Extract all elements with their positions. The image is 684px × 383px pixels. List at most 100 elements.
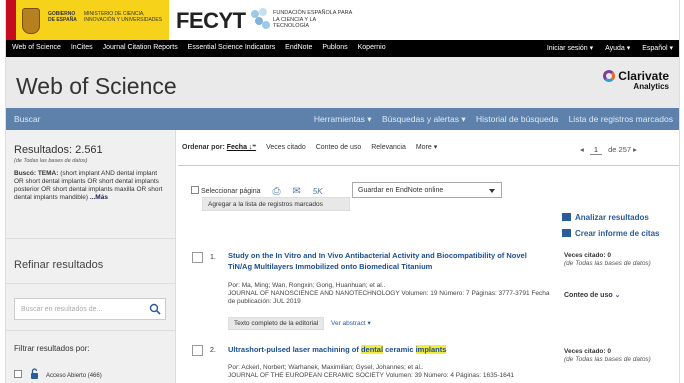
add-to-marked-button[interactable]: Agregar a la lista de registros marcados — [202, 197, 350, 211]
chevron-down-icon: ⌄ — [614, 292, 621, 299]
sort-more[interactable]: More ▾ — [416, 144, 437, 151]
refine-search-input[interactable]: Buscar en resultados de... — [14, 298, 166, 320]
print-icon[interactable]: ⎙ — [272, 186, 280, 197]
nav-jcr[interactable]: Journal Citation Reports — [103, 44, 178, 51]
clarivate-logo[interactable]: Clarivate Analytics — [603, 69, 669, 91]
times-cited-sub: (de Todas las bases de datos) — [564, 260, 651, 267]
nav-endnote[interactable]: EndNote — [285, 44, 312, 51]
searches-alerts-menu[interactable]: Búsquedas y alertas ▾ — [382, 114, 466, 124]
refine-search-placeholder: Buscar en resultados de... — [21, 306, 103, 313]
language-menu[interactable]: Español ▾ — [642, 45, 673, 52]
sort-bar: Ordenar por: Fecha ↓⁼ Veces citado Conte… — [182, 143, 445, 151]
sort-date[interactable]: Fecha ↓⁼ — [227, 144, 256, 151]
page: GOBIERNO DE ESPAÑA MINISTERIO DE CIENCIA… — [5, 0, 680, 383]
buscar-link[interactable]: Buscar — [14, 114, 40, 124]
record-title[interactable]: Study on the In Vitro and In Vivo Antiba… — [228, 250, 548, 272]
gov-line1: GOBIERNO DE ESPAÑA — [48, 11, 77, 23]
chevron-down-icon — [489, 189, 495, 193]
record-checkbox[interactable] — [192, 252, 203, 263]
open-access-checkbox[interactable] — [14, 370, 22, 378]
sort-label: Ordenar por: — [182, 144, 225, 151]
times-cited-value[interactable]: Veces citado: 0 — [564, 252, 611, 259]
help-menu[interactable]: Ayuda ▾ — [605, 45, 630, 52]
record-authors: Por: Ma, Ming; Wan, Rongxin; Gong, Huanh… — [228, 282, 386, 289]
times-cited: Veces citado: 0 (de Todas las bases de d… — [564, 252, 674, 268]
record-links: Texto completo de la editorial Ver abstr… — [228, 317, 371, 330]
nav-esi[interactable]: Essential Science Indicators — [188, 44, 276, 51]
record-authors: Por: Ackerl, Norbert; Warhanek, Maximili… — [228, 364, 424, 371]
refine-heading: Refinar resultados — [14, 259, 104, 271]
record-meta: Por: Ackerl, Norbert; Warhanek, Maximili… — [228, 364, 558, 380]
fecyt-mark-icon — [251, 8, 271, 32]
export-count[interactable]: 5K — [313, 187, 323, 196]
endnote-select[interactable]: Guardar en EndNote online — [352, 182, 502, 198]
nav-incites[interactable]: InCites — [71, 44, 93, 51]
usage-count[interactable]: Conteo de uso ⌄ — [564, 291, 620, 299]
gov-line2: MINISTERIO DE CIENCIA, INNOVACIÓN Y UNIV… — [84, 11, 163, 23]
sort-usage[interactable]: Conteo de uso — [316, 144, 362, 151]
sign-in-menu[interactable]: Iniciar sesión ▾ — [547, 45, 593, 52]
prev-page-button[interactable]: ◂ — [580, 145, 584, 154]
more-link[interactable]: ...Más — [90, 194, 108, 201]
pagination: ◂ 1 de 257 ▸ — [580, 145, 637, 155]
divider — [6, 330, 176, 331]
nav-publons[interactable]: Publons — [322, 44, 347, 51]
title-part: Ultrashort-pulsed laser machining of — [228, 345, 361, 354]
citation-report-label: Crear informe de citas — [575, 229, 660, 238]
tools-menu[interactable]: Herramientas ▾ — [314, 114, 372, 124]
fecyt-subtitle: FUNDACIÓN ESPAÑOLA PARA LA CIENCIA Y LA … — [273, 10, 352, 29]
flag-stripe — [6, 0, 16, 40]
sort-relevance[interactable]: Relevancia — [371, 144, 406, 151]
chart-icon — [562, 229, 571, 237]
analyze-results-link[interactable]: Analizar resultados — [562, 213, 649, 222]
search-query: Buscó: TEMA: (short implant AND dental i… — [14, 170, 168, 202]
search-icon[interactable] — [149, 303, 161, 315]
record-number: 1. — [210, 254, 216, 261]
analyze-icon — [562, 213, 571, 221]
record-meta: Por: Ma, Ming; Wan, Rongxin; Gong, Huanh… — [228, 282, 558, 306]
nav-kopernio[interactable]: Kopernio — [358, 44, 386, 51]
view-abstract-link[interactable]: Ver abstract ▾ — [331, 320, 371, 327]
divider — [6, 283, 176, 284]
nav-web-of-science[interactable]: Web of Science — [12, 44, 61, 51]
times-cited-value[interactable]: Veces citado: 0 — [564, 348, 611, 355]
divider — [178, 165, 679, 166]
open-access-label: Acceso Abierto (466) — [46, 373, 102, 379]
highlight-term: implants — [415, 345, 447, 354]
select-page-checkbox[interactable] — [191, 186, 199, 194]
search-toolbar: Buscar Herramientas ▾ Búsquedas y alerta… — [6, 108, 679, 130]
government-logo[interactable]: GOBIERNO DE ESPAÑA MINISTERIO DE CIENCIA… — [6, 0, 169, 40]
clarivate-icon — [603, 70, 616, 82]
open-access-filter[interactable]: Acceso Abierto (466) — [14, 368, 102, 379]
filter-heading: Filtrar resultados por: — [14, 344, 90, 353]
record-checkbox[interactable] — [192, 345, 203, 356]
select-page-label: Seleccionar página — [200, 188, 261, 195]
record-journal: JOURNAL OF NANOSCIENCE AND NANOTECHNOLOG… — [228, 290, 550, 305]
institution-banner: GOBIERNO DE ESPAÑA MINISTERIO DE CIENCIA… — [6, 0, 679, 40]
record-journal: JOURNAL OF THE EUROPEAN CERAMIC SOCIETY … — [228, 372, 514, 379]
divider — [6, 238, 176, 239]
search-history-link[interactable]: Historial de búsqueda — [476, 114, 558, 124]
times-cited: Veces citado: 0 (de Todas las bases de d… — [564, 348, 674, 364]
marked-list-link[interactable]: Lista de registros marcados — [569, 114, 673, 124]
page-title[interactable]: Web of Science — [16, 73, 177, 100]
record-title[interactable]: Ultrashort-pulsed laser machining of den… — [228, 344, 548, 355]
endnote-select-value: Guardar en EndNote online — [358, 187, 444, 194]
full-text-button[interactable]: Texto completo de la editorial — [228, 317, 325, 330]
open-access-icon — [30, 368, 38, 379]
results-subtitle: (de Todas las bases de datos) — [14, 158, 88, 164]
page-input[interactable]: 1 — [589, 145, 603, 155]
selection-bar: Seleccionar página ⎙ ✉ 5K — [191, 186, 323, 197]
page-total: de 257 — [608, 145, 632, 154]
record-number: 2. — [210, 347, 216, 354]
coat-of-arms-icon — [22, 8, 40, 34]
citation-report-link[interactable]: Crear informe de citas — [562, 229, 659, 238]
sort-times-cited[interactable]: Veces citado — [266, 144, 306, 151]
brand-name: Clarivate — [618, 69, 669, 83]
title-part: ceramic — [383, 345, 416, 354]
usage-label: Conteo de uso — [564, 292, 613, 299]
fecyt-logo[interactable]: FECYT — [176, 8, 246, 34]
email-icon[interactable]: ✉ — [292, 186, 300, 197]
brand-sub: Analytics — [633, 82, 669, 91]
next-page-button[interactable]: ▸ — [633, 145, 637, 154]
